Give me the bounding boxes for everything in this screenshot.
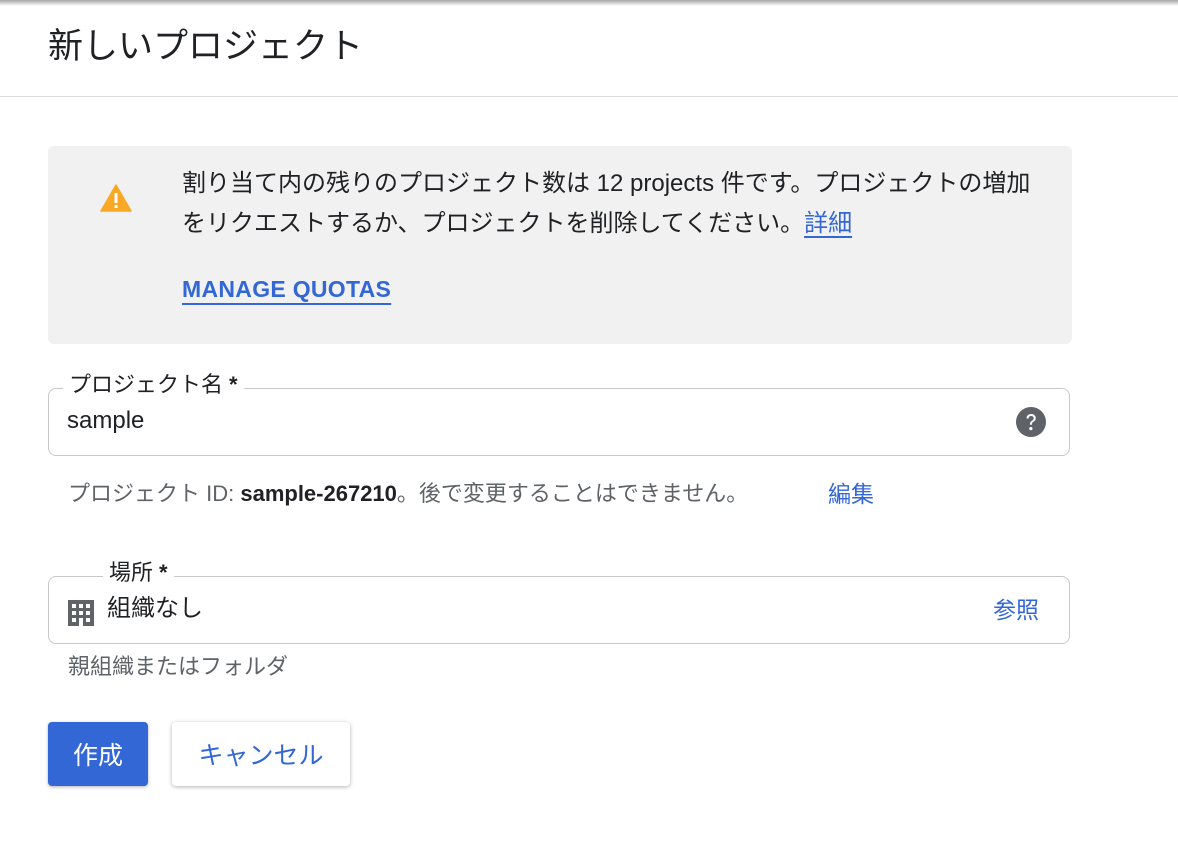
help-circle-icon[interactable] xyxy=(1015,406,1047,438)
building-icon xyxy=(68,600,94,626)
page-title: 新しいプロジェクト xyxy=(48,27,364,66)
location-label: 場所 * xyxy=(103,559,174,587)
browse-location-link[interactable]: 参照 xyxy=(993,596,1039,624)
location-helper-text: 親組織またはフォルダ xyxy=(68,654,289,679)
required-mark: * xyxy=(229,372,238,397)
project-id-line: プロジェクト ID: sample-267210。後で変更することはできません。 xyxy=(68,481,749,506)
new-project-page: 新しいプロジェクト 割り当て内の残りのプロジェクト数は 12 projects … xyxy=(0,0,1178,850)
quota-notice: 割り当て内の残りのプロジェクト数は 12 projects 件です。プロジェクト… xyxy=(48,146,1072,344)
cancel-button[interactable]: キャンセル xyxy=(172,722,350,786)
project-name-field[interactable]: プロジェクト名 * sample xyxy=(48,371,1070,456)
details-link[interactable]: 詳細 xyxy=(804,210,852,237)
location-value: 組織なし xyxy=(107,595,203,622)
quota-notice-text: 割り当て内の残りのプロジェクト数は 12 projects 件です。プロジェクト… xyxy=(182,170,1031,237)
create-button[interactable]: 作成 xyxy=(48,722,148,786)
quota-notice-message: 割り当て内の残りのプロジェクト数は 12 projects 件です。プロジェクト… xyxy=(182,164,1042,244)
project-name-label: プロジェクト名 * xyxy=(63,371,244,399)
warning-icon xyxy=(100,184,132,212)
edit-project-id-link[interactable]: 編集 xyxy=(828,478,874,510)
location-field[interactable]: 場所 * 組織なし 参照 xyxy=(48,559,1070,644)
required-mark: * xyxy=(159,560,168,585)
project-id-value: sample-267210 xyxy=(240,481,397,506)
top-shadow xyxy=(0,0,1178,6)
project-name-input[interactable]: sample xyxy=(67,406,144,436)
page-header: 新しいプロジェクト xyxy=(0,0,1178,97)
manage-quotas-link[interactable]: MANAGE QUOTAS xyxy=(182,276,391,303)
